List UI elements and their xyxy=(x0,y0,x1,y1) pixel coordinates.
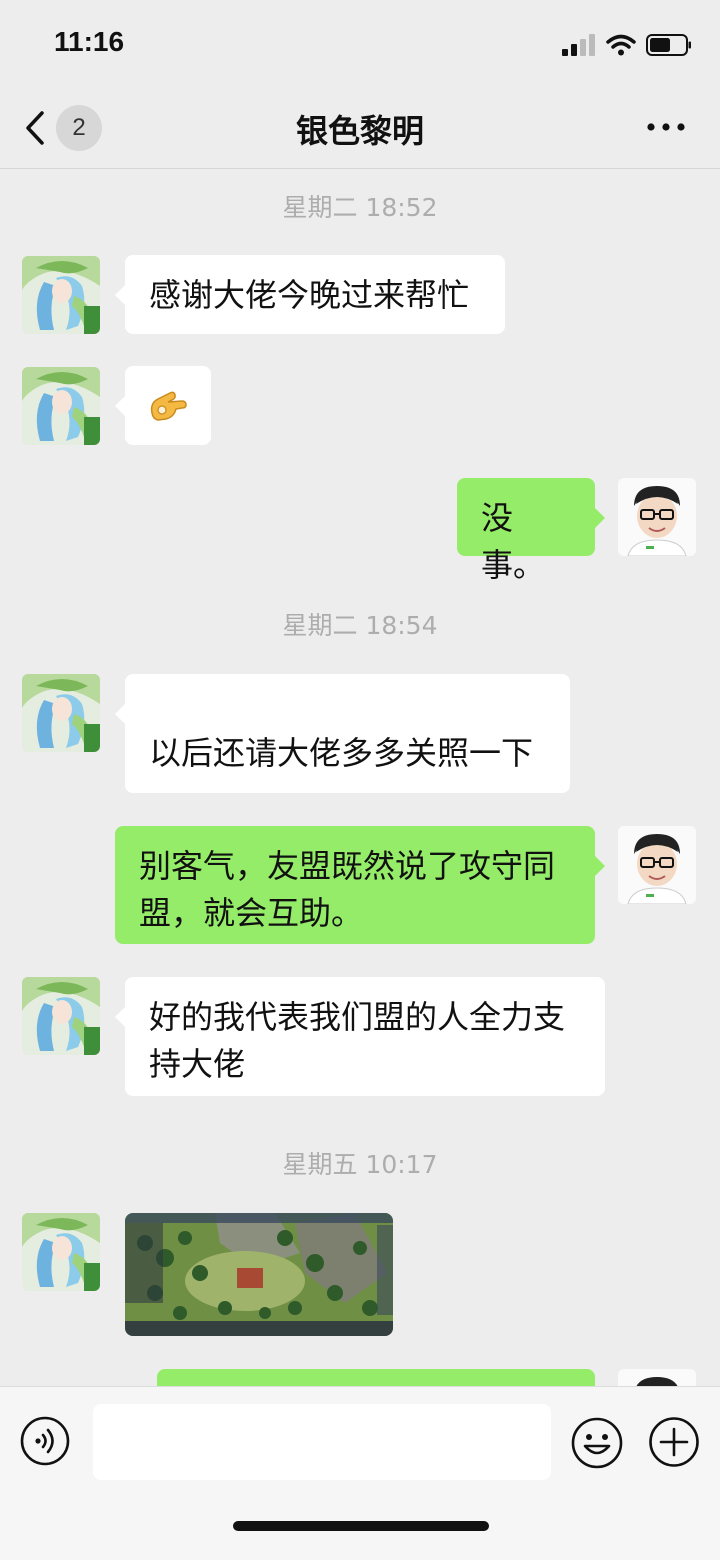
cartoon-man-avatar-image xyxy=(618,826,696,904)
contact-avatar[interactable] xyxy=(22,1213,100,1291)
more-button[interactable] xyxy=(646,112,686,142)
image-message[interactable] xyxy=(125,1213,393,1336)
status-bar: 11:16 xyxy=(0,0,720,88)
unread-badge: 2 xyxy=(56,105,102,151)
my-avatar[interactable] xyxy=(618,1369,696,1386)
anime-avatar-image xyxy=(22,367,100,445)
message-bubble-incoming[interactable] xyxy=(115,366,211,445)
more-icon xyxy=(647,123,685,131)
message-bubble-incoming[interactable]: 感谢大佬今晚过来帮忙 xyxy=(115,255,505,334)
emoji-button[interactable] xyxy=(570,1416,624,1470)
cartoon-man-avatar-image xyxy=(618,478,696,556)
timestamp: 星期二 18:54 xyxy=(282,611,438,640)
cartoon-man-avatar-image xyxy=(618,1369,696,1386)
message-bubble-incoming[interactable]: 以后还请大佬多多关照一下 xyxy=(115,674,570,793)
back-button[interactable]: 2 xyxy=(24,102,124,154)
my-avatar[interactable] xyxy=(618,478,696,556)
emoji-icon xyxy=(571,1417,623,1469)
message-input[interactable] xyxy=(93,1404,551,1480)
status-time: 11:16 xyxy=(54,26,125,57)
chat-header: 2 银色黎明 xyxy=(0,88,720,169)
anime-avatar-image xyxy=(22,674,100,752)
status-icons xyxy=(562,30,692,60)
anime-avatar-image xyxy=(22,977,100,1055)
plus-icon xyxy=(649,1417,699,1467)
message-list: 星期二 18:52 感谢大佬今晚过来帮忙 没事。 星期二 18:54 以后还请大… xyxy=(0,169,720,1386)
anime-avatar-image xyxy=(22,1213,100,1291)
more-functions-button[interactable] xyxy=(648,1416,700,1468)
home-indicator[interactable] xyxy=(233,1521,489,1531)
battery-icon xyxy=(646,34,691,56)
ok-hand-emoji-icon xyxy=(150,391,187,421)
message-bubble-outgoing[interactable] xyxy=(157,1369,595,1386)
contact-avatar[interactable] xyxy=(22,256,100,334)
voice-icon xyxy=(20,1416,70,1466)
voice-button[interactable] xyxy=(20,1416,70,1466)
signal-icon xyxy=(562,34,595,56)
wifi-icon xyxy=(606,34,636,56)
chat-title: 银色黎明 xyxy=(295,112,424,150)
input-bar xyxy=(0,1386,720,1560)
contact-avatar[interactable] xyxy=(22,674,100,752)
back-chevron-icon xyxy=(26,111,44,145)
message-bubble-incoming[interactable]: 好的我代表我们盟的人全力支持大佬 xyxy=(115,977,605,1096)
contact-avatar[interactable] xyxy=(22,367,100,445)
anime-avatar-image xyxy=(22,256,100,334)
my-avatar[interactable] xyxy=(618,826,696,904)
timestamp: 星期五 10:17 xyxy=(282,1150,438,1179)
game-screenshot-image xyxy=(125,1213,393,1336)
message-bubble-outgoing[interactable]: 别客气，友盟既然说了攻守同盟，就会互助。 xyxy=(115,826,605,944)
contact-avatar[interactable] xyxy=(22,977,100,1055)
timestamp: 星期二 18:52 xyxy=(282,193,438,222)
message-bubble-outgoing[interactable]: 没事。 xyxy=(457,478,605,584)
